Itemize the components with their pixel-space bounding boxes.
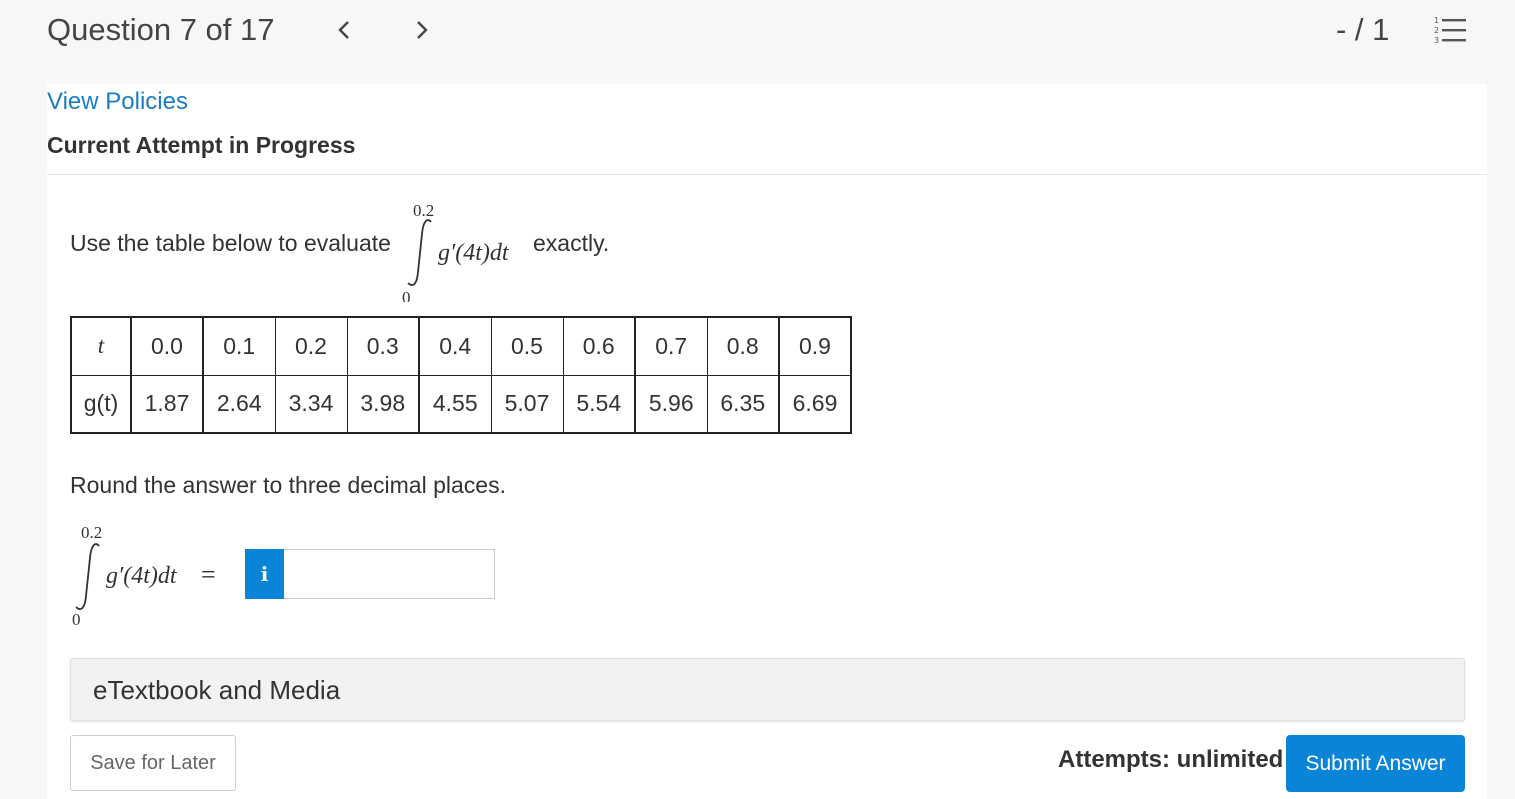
integral-sign — [75, 543, 100, 610]
values-table: t 0.0 0.1 0.2 0.3 0.4 0.5 0.6 0.7 0.8 0.… — [70, 316, 852, 434]
score-display: - / 1 — [1336, 12, 1390, 47]
integral-expression: 0.2 0 g′(4t)dt — [402, 201, 510, 302]
table-row-header-t: t — [70, 316, 132, 376]
rounding-instruction: Round the answer to three decimal places… — [70, 472, 506, 498]
top-bar: Question 7 of 17 - / 1 1 2 3 — [0, 0, 1515, 84]
svg-text:2: 2 — [1434, 26, 1439, 35]
table-cell: 0.3 — [346, 316, 420, 376]
table-cell: 0.7 — [634, 316, 708, 376]
table-row: g(t) 1.87 2.64 3.34 3.98 4.55 5.07 5.54 … — [70, 374, 852, 434]
table-cell: 6.35 — [706, 374, 780, 434]
view-policies-link[interactable]: View Policies — [47, 88, 188, 116]
integrand: g′(4t)dt — [106, 563, 178, 589]
svg-text:3: 3 — [1434, 36, 1439, 45]
previous-question-button[interactable] — [329, 12, 359, 48]
table-cell: 0.8 — [706, 316, 780, 376]
chevron-right-icon — [417, 21, 428, 39]
table-cell: 3.98 — [346, 374, 420, 434]
etextbook-label: eTextbook and Media — [93, 675, 341, 705]
table-cell: 0.6 — [562, 316, 636, 376]
table-cell: 2.64 — [202, 374, 276, 434]
question-counter: Question 7 of 17 — [47, 12, 275, 47]
integrand: g′(4t)dt — [438, 240, 510, 266]
equals-sign: = — [201, 560, 216, 589]
question-panel: View Policies Current Attempt in Progres… — [47, 84, 1487, 799]
table-cell: 5.54 — [562, 374, 636, 434]
answer-integral-expression: 0.2 0 g′(4t)dt = — [72, 523, 216, 626]
integral-lower-limit: 0 — [72, 610, 81, 626]
table-cell: 0.9 — [778, 316, 852, 376]
table-cell: 0.4 — [418, 316, 492, 376]
integral-lower-limit: 0 — [402, 288, 411, 302]
etextbook-media-section[interactable]: eTextbook and Media — [70, 658, 1465, 721]
table-cell: 0.2 — [274, 316, 348, 376]
chevron-left-icon — [338, 21, 349, 39]
svg-text:1: 1 — [1434, 16, 1439, 25]
info-icon[interactable]: i — [245, 549, 284, 599]
attempt-heading: Current Attempt in Progress — [47, 132, 356, 158]
table-cell: 3.34 — [274, 374, 348, 434]
table-row: t 0.0 0.1 0.2 0.3 0.4 0.5 0.6 0.7 0.8 0.… — [70, 316, 852, 376]
table-cell: 5.96 — [634, 374, 708, 434]
divider — [47, 174, 1487, 175]
table-cell: 0.0 — [130, 316, 204, 376]
table-cell: 4.55 — [418, 374, 492, 434]
answer-input[interactable] — [284, 549, 495, 599]
submit-answer-button[interactable]: Submit Answer — [1286, 735, 1465, 792]
question-prompt: Use the table below to evaluate — [70, 230, 391, 256]
integral-upper-limit: 0.2 — [413, 201, 434, 220]
table-row-header-g: g(t) — [70, 374, 132, 434]
table-cell: 0.1 — [202, 316, 276, 376]
table-cell: 5.07 — [490, 374, 564, 434]
table-cell: 6.69 — [778, 374, 852, 434]
next-question-button[interactable] — [407, 12, 437, 48]
integral-sign — [407, 219, 432, 286]
prompt-suffix: exactly. — [533, 230, 610, 256]
attempts-label: Attempts: unlimited — [1058, 746, 1284, 773]
table-cell: 1.87 — [130, 374, 204, 434]
integral-upper-limit: 0.2 — [81, 523, 102, 542]
save-for-later-button[interactable]: Save for Later — [70, 735, 236, 791]
numbered-list-icon[interactable]: 1 2 3 — [1432, 14, 1468, 46]
table-cell: 0.5 — [490, 316, 564, 376]
